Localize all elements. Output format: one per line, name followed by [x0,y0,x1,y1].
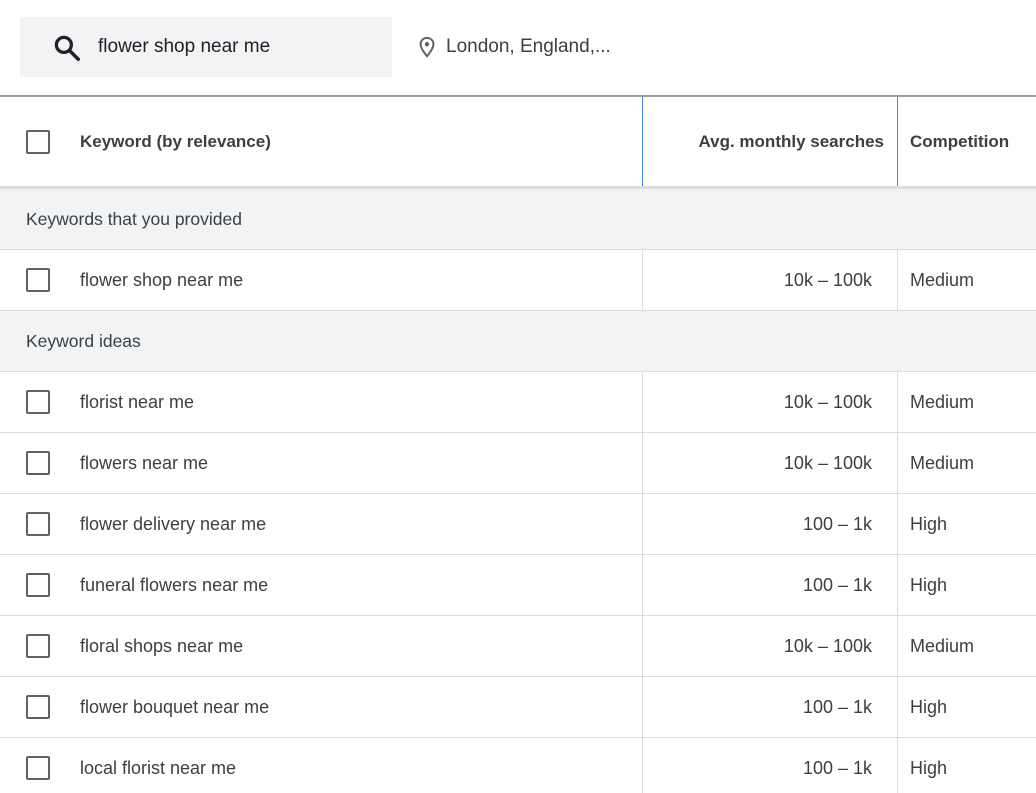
competition-cell: High [910,514,948,534]
keyword-search-field[interactable]: flower shop near me [20,17,392,77]
row-checkbox[interactable] [26,756,50,780]
competition-cell: Medium [910,270,975,290]
table-row: flower delivery near me 100 – 1k High [0,494,1036,555]
competition-cell: High [910,575,948,595]
top-bar: flower shop near me London, England,... [0,0,1036,97]
keyword-cell: flowers near me [80,453,209,473]
select-all-checkbox[interactable] [26,130,50,154]
group-header-provided: Keywords that you provided [0,189,1036,250]
table-row: funeral flowers near me 100 – 1k High [0,555,1036,616]
column-divider [642,433,643,494]
column-divider [642,677,643,738]
keyword-cell: floral shops near me [80,636,244,656]
table-row: flowers near me 10k – 100k Medium [0,433,1036,494]
column-divider [897,250,898,311]
column-header-keyword[interactable]: Keyword (by relevance) [80,97,271,186]
avg-monthly-searches-cell: 10k – 100k [783,453,872,473]
row-checkbox[interactable] [26,695,50,719]
keyword-cell: local florist near me [80,758,237,778]
keyword-cell: flower shop near me [80,270,244,290]
competition-cell: Medium [910,636,975,656]
row-checkbox[interactable] [26,573,50,597]
column-resize-handle[interactable] [897,97,898,186]
competition-cell: Medium [910,453,975,473]
keyword-cell: florist near me [80,392,195,412]
group-label: Keywords that you provided [26,209,242,229]
column-divider [642,616,643,677]
avg-monthly-searches-cell: 10k – 100k [783,270,872,290]
column-divider [897,433,898,494]
competition-cell: High [910,758,948,778]
avg-monthly-searches-cell: 100 – 1k [802,697,872,717]
row-checkbox[interactable] [26,390,50,414]
location-text[interactable]: London, England,... [446,17,611,77]
table-row: flower shop near me 10k – 100k Medium [0,250,1036,311]
column-divider [897,555,898,616]
column-header-avg-monthly-searches[interactable]: Avg. monthly searches [699,97,885,186]
row-checkbox[interactable] [26,634,50,658]
column-divider [642,738,643,793]
avg-monthly-searches-cell: 100 – 1k [802,758,872,778]
keyword-cell: flower delivery near me [80,514,267,534]
search-icon[interactable] [52,33,82,63]
competition-cell: Medium [910,392,975,412]
column-divider [897,677,898,738]
location-pin-icon [419,36,435,58]
competition-cell: High [910,697,948,717]
column-resize-handle[interactable] [642,97,643,186]
row-checkbox[interactable] [26,268,50,292]
column-header-competition[interactable]: Competition [910,97,1009,186]
table-row: floral shops near me 10k – 100k Medium [0,616,1036,677]
group-label: Keyword ideas [26,331,141,351]
table-row: local florist near me 100 – 1k High [0,738,1036,793]
row-checkbox[interactable] [26,451,50,475]
column-divider [642,494,643,555]
keyword-cell: funeral flowers near me [80,575,269,595]
table-row: flower bouquet near me 100 – 1k High [0,677,1036,738]
keyword-table: Keyword (by relevance) Avg. monthly sear… [0,97,1036,793]
column-divider [642,250,643,311]
avg-monthly-searches-cell: 10k – 100k [783,392,872,412]
column-divider [897,738,898,793]
column-divider [642,372,643,433]
search-query-text[interactable]: flower shop near me [98,17,270,77]
avg-monthly-searches-cell: 100 – 1k [802,514,872,534]
group-header-ideas: Keyword ideas [0,311,1036,372]
table-header-row: Keyword (by relevance) Avg. monthly sear… [0,97,1036,189]
row-checkbox[interactable] [26,512,50,536]
column-divider [897,616,898,677]
avg-monthly-searches-cell: 10k – 100k [783,636,872,656]
keyword-cell: flower bouquet near me [80,697,270,717]
column-divider [642,555,643,616]
table-row: florist near me 10k – 100k Medium [0,372,1036,433]
column-divider [897,494,898,555]
column-divider [897,372,898,433]
avg-monthly-searches-cell: 100 – 1k [802,575,872,595]
